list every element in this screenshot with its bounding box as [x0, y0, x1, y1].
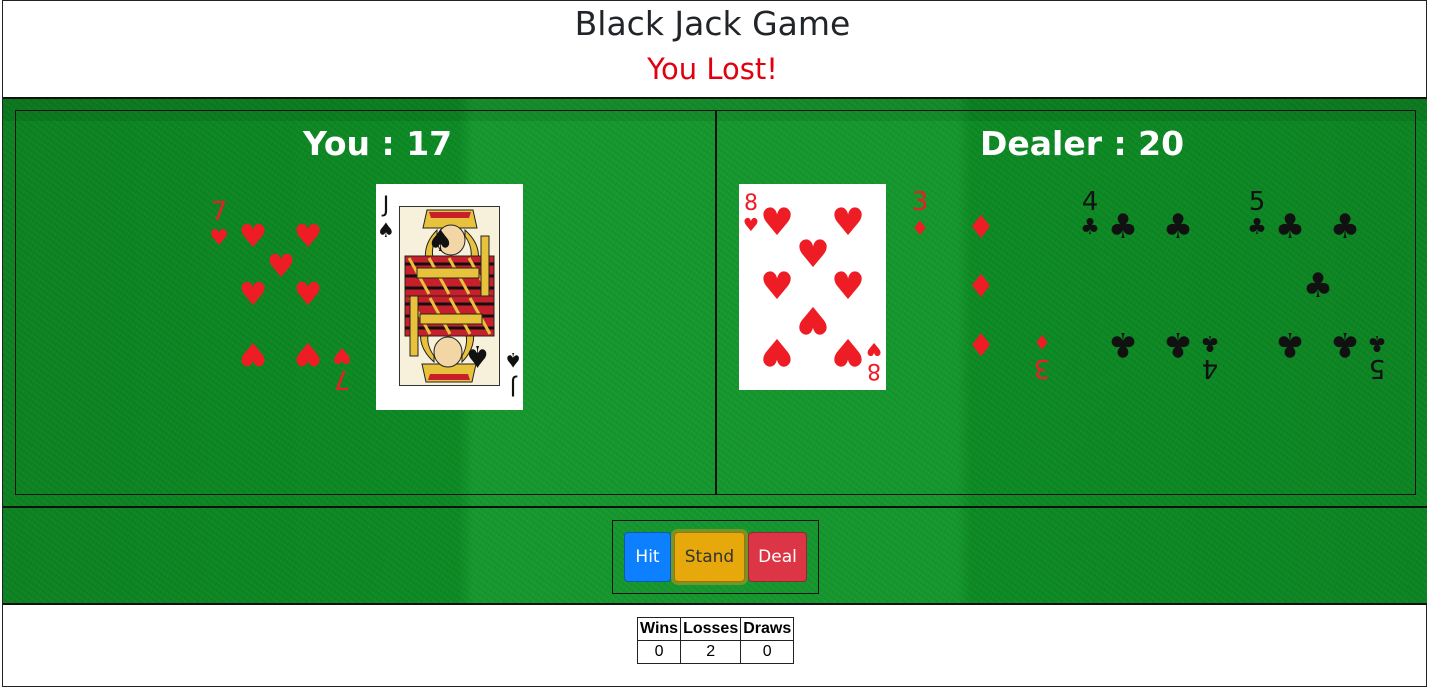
club-icon: ♣ [1274, 207, 1306, 247]
club-icon: ♣ [1302, 266, 1334, 306]
card-rank: 3 [911, 187, 929, 217]
losses-header: Losses [680, 617, 742, 641]
draws-header: Draws [740, 617, 795, 641]
dealer-card-3-diamonds: 3 ♦ ♦ ♦ ♦ ♦ 3 [903, 184, 1053, 394]
club-icon: ♣ [1329, 207, 1361, 247]
player-score: You : 17 [303, 124, 453, 163]
spade-icon: ♠ [377, 218, 395, 242]
game-table: You : 17 Dealer : 20 7 ♥ ♥ ♥ ♥ ♥ ♥ ♥ ♥ ♥… [3, 97, 1427, 605]
draws-value: 0 [740, 640, 795, 664]
heart-icon: ♥ [830, 330, 866, 374]
result-message: You Lost! [647, 52, 778, 86]
controls-divider [3, 506, 1427, 508]
heart-icon: ♥ [830, 200, 866, 244]
svg-text:♠: ♠ [427, 224, 454, 259]
card-rank: 4 [1081, 187, 1099, 217]
spade-icon: ♠ [504, 348, 522, 372]
dealer-score: Dealer : 20 [980, 124, 1185, 163]
card-rank: 4 [1201, 353, 1219, 383]
player-card-jack-spades: J ♠ ♠ ♠ ♠ J [376, 184, 523, 410]
card-rank: J [509, 374, 517, 399]
table-divider [715, 110, 717, 495]
diamond-icon: ♦ [911, 216, 929, 240]
card-rank: 3 [1033, 353, 1051, 383]
page-title: Black Jack Game [574, 4, 851, 43]
card-rank: J [382, 193, 390, 218]
heart-icon: ♥ [795, 298, 831, 342]
card-rank: 8 [744, 191, 758, 216]
heart-icon: ♥ [238, 217, 268, 255]
heart-icon: ♥ [293, 217, 323, 255]
dealer-card-8-hearts: 8 ♥ ♥ ♥ ♥ ♥ ♥ ♥ ♥ ♥ ♥ 8 [739, 184, 886, 390]
dealer-card-4-clubs: 4 ♣ ♣ ♣ ♣ ♣ ♣ 4 [1073, 184, 1223, 394]
deal-button[interactable]: Deal [748, 532, 807, 582]
heart-icon: ♥ [759, 200, 795, 244]
diamond-icon: ♦ [966, 325, 996, 363]
heart-icon: ♥ [830, 264, 866, 308]
card-rank: 8 [867, 358, 881, 383]
heart-icon: ♥ [865, 338, 883, 359]
controls-panel: Hit Stand Deal [612, 520, 819, 594]
hit-button[interactable]: Hit [624, 532, 671, 582]
club-icon: ♣ [1247, 215, 1267, 240]
dealer-card-5-clubs: 5 ♣ ♣ ♣ ♣ ♣ ♣ ♣ 5 [1240, 184, 1390, 394]
heart-icon: ♥ [795, 232, 831, 276]
club-icon: ♣ [1329, 324, 1361, 364]
club-icon: ♣ [1107, 207, 1139, 247]
heart-icon: ♥ [759, 330, 795, 374]
heart-icon: ♥ [293, 335, 323, 373]
heart-icon: ♥ [238, 335, 268, 373]
card-rank: 7 [210, 197, 228, 227]
heart-icon: ♥ [266, 247, 296, 285]
losses-value: 2 [680, 640, 742, 664]
club-icon: ♣ [1162, 324, 1194, 364]
card-rank: 7 [333, 364, 351, 394]
club-icon: ♣ [1080, 215, 1100, 240]
diamond-icon: ♦ [966, 208, 996, 246]
wins-header: Wins [636, 617, 682, 641]
heart-icon: ♥ [332, 342, 352, 367]
club-icon: ♣ [1107, 324, 1139, 364]
club-icon: ♣ [1200, 330, 1220, 355]
wins-value: 0 [636, 640, 682, 664]
score-table: Wins Losses Draws 0 2 0 [636, 617, 795, 664]
club-icon: ♣ [1367, 330, 1387, 355]
svg-text:♠: ♠ [464, 338, 491, 373]
heart-icon: ♥ [293, 275, 323, 313]
jack-face-art: ♠ ♠ [399, 206, 500, 386]
heart-icon: ♥ [742, 215, 760, 236]
player-card-7-hearts: 7 ♥ ♥ ♥ ♥ ♥ ♥ ♥ ♥ ♥ 7 [203, 184, 353, 406]
card-rank: 5 [1248, 187, 1266, 217]
club-icon: ♣ [1162, 207, 1194, 247]
diamond-icon: ♦ [966, 267, 996, 305]
heart-icon: ♥ [759, 264, 795, 308]
diamond-icon: ♦ [1033, 330, 1051, 354]
club-icon: ♣ [1274, 324, 1306, 364]
heart-icon: ♥ [238, 275, 268, 313]
stand-button[interactable]: Stand [674, 532, 745, 582]
heart-icon: ♥ [209, 226, 229, 251]
card-rank: 5 [1368, 353, 1386, 383]
